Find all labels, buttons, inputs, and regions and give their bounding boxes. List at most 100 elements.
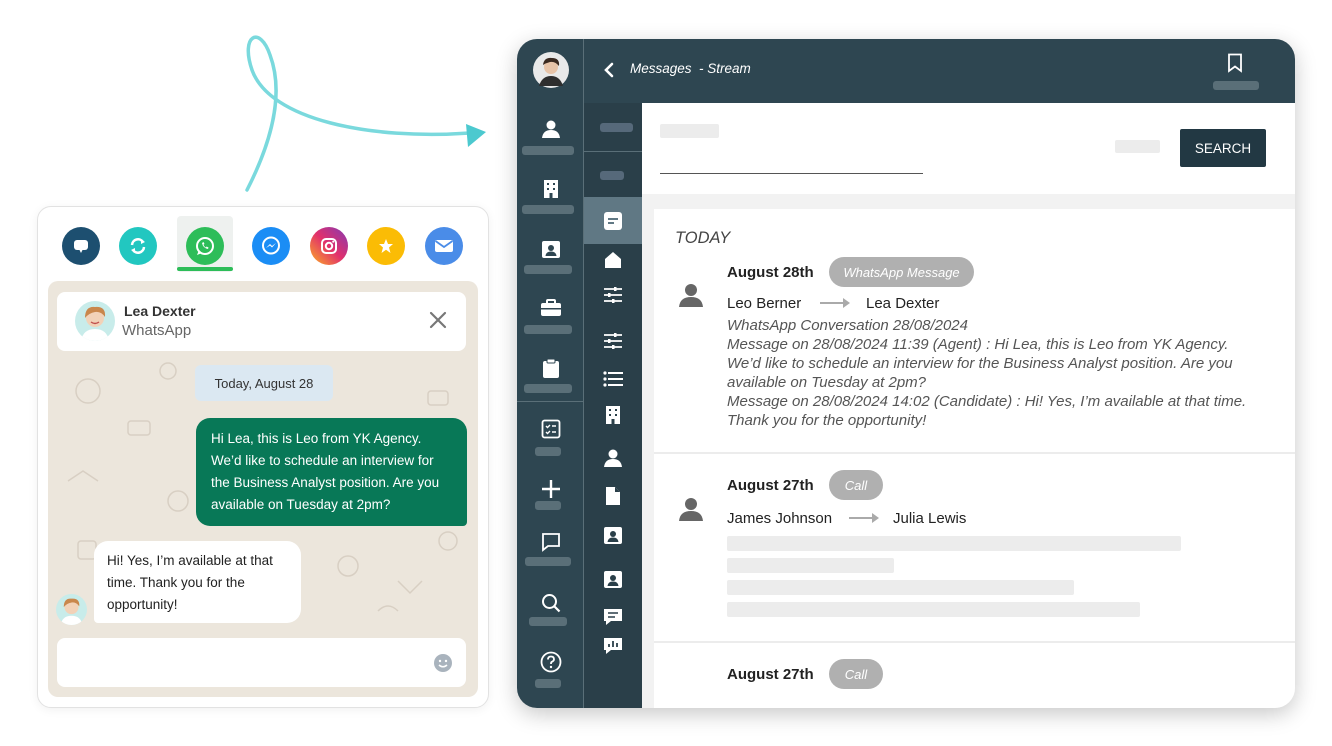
subnav-placeholder — [600, 123, 633, 132]
clipboard-icon — [542, 358, 559, 378]
chat-icon — [541, 533, 560, 552]
stream-item-from: James Johnson — [727, 510, 833, 527]
stream-item-to: Lea Dexter — [866, 295, 940, 312]
user-avatar[interactable] — [517, 52, 584, 88]
contact-card-icon — [604, 527, 622, 544]
subnav-item-company[interactable] — [584, 405, 642, 425]
add-button[interactable] — [517, 479, 584, 499]
channel-messenger[interactable] — [252, 227, 290, 265]
subnav-item-analytics[interactable] — [584, 637, 642, 655]
chat-conversation: Lea Dexter WhatsApp Today, August 28 Hi … — [48, 281, 478, 697]
sidebar-item-checklist[interactable] — [517, 419, 584, 439]
help-icon — [540, 651, 561, 673]
message-line: time. Thank you for the — [107, 575, 245, 590]
subnav-item-contact[interactable] — [584, 525, 642, 545]
stream-item-to: Julia Lewis — [893, 510, 967, 527]
message-input[interactable] — [57, 638, 466, 687]
messenger-icon — [262, 236, 280, 255]
subnav-placeholder — [600, 171, 624, 180]
arrow-right-icon — [820, 298, 850, 308]
nav-label-placeholder — [524, 384, 572, 393]
message-text-line: WhatsApp Conversation 28/08/2024 — [727, 317, 968, 334]
arrow-right-icon — [849, 513, 879, 523]
channel-sync[interactable] — [119, 227, 157, 265]
contact-channel: WhatsApp — [122, 322, 192, 339]
filter-placeholder — [1115, 140, 1160, 153]
nav-label-placeholder — [529, 617, 567, 626]
message-line: Hi! Yes, I’m available at that — [107, 553, 273, 568]
decorative-arrow — [245, 35, 486, 192]
sender-avatar — [56, 594, 87, 625]
page-title-sub: - Stream — [699, 61, 751, 76]
search-button[interactable]: SEARCH — [1180, 129, 1266, 167]
nav-label-placeholder — [535, 501, 561, 510]
subnav-item-documents[interactable] — [584, 486, 642, 506]
stream-item-from: Leo Berner — [727, 295, 802, 312]
sidebar-item-candidates[interactable] — [517, 119, 584, 139]
bookmark-label-placeholder — [1213, 81, 1259, 90]
incoming-message: Hi! Yes, I’m available at that time. Tha… — [94, 541, 301, 623]
text-placeholder — [727, 558, 894, 573]
contact-name: Lea Dexter — [124, 303, 196, 319]
person-icon — [679, 498, 703, 521]
contact-card-icon — [541, 241, 560, 258]
page-title: Messages - Stream — [630, 61, 751, 76]
sidebar-item-tasks[interactable] — [517, 358, 584, 379]
list-icon — [603, 371, 623, 387]
nav-label-placeholder — [522, 205, 574, 214]
message-text-line: available on Tuesday at 2pm? — [727, 374, 927, 391]
close-icon[interactable] — [429, 311, 447, 329]
sidebar-item-companies[interactable] — [517, 179, 584, 199]
subnav-item-messages[interactable] — [584, 607, 642, 627]
sliders-icon — [604, 287, 622, 303]
channel-instagram[interactable] — [310, 227, 348, 265]
subnav-item-contact-2[interactable] — [584, 569, 642, 589]
stream-item-type-badge: WhatsApp Message — [829, 257, 974, 287]
active-channel-underline — [177, 267, 233, 271]
back-chevron-icon[interactable] — [604, 62, 614, 78]
sidebar-item-messages[interactable] — [517, 532, 584, 552]
subnav-item-settings[interactable] — [584, 332, 642, 350]
subnav-item-person[interactable] — [584, 448, 642, 468]
search-input[interactable] — [660, 173, 923, 174]
message-stream: TODAY August 28th WhatsApp Message Leo B… — [654, 209, 1295, 708]
text-placeholder — [727, 602, 1140, 617]
person-icon — [679, 284, 703, 307]
sub-navigation — [584, 103, 642, 708]
home-icon — [605, 252, 621, 268]
stream-item-type-badge: Call — [829, 470, 883, 500]
sidebar-item-contacts[interactable] — [517, 239, 584, 259]
sidebar-item-jobs[interactable] — [517, 299, 584, 317]
channel-reviews[interactable] — [367, 227, 405, 265]
main-sidebar — [517, 39, 584, 708]
help-button[interactable] — [517, 651, 584, 673]
nav-label-placeholder — [524, 265, 572, 274]
subnav-item-home[interactable] — [584, 251, 642, 269]
whatsapp-icon — [196, 237, 214, 255]
stream-item-type-badge: Call — [829, 659, 883, 689]
analytics-icon — [604, 638, 622, 654]
message-line: available on Tuesday at 2pm? — [211, 497, 391, 512]
subnav-item-list[interactable] — [584, 371, 642, 387]
bookmark-icon[interactable] — [1227, 53, 1243, 73]
date-separator: Today, August 28 — [195, 365, 333, 401]
person-icon — [541, 120, 560, 138]
document-icon — [606, 487, 620, 505]
stream-divider — [654, 452, 1295, 454]
subnav-item-filters[interactable] — [584, 286, 642, 304]
nav-label-placeholder — [525, 557, 571, 566]
message-line: the Business Analyst position. Are you — [211, 475, 440, 490]
outgoing-message: Hi Lea, this is Leo from YK Agency. We’d… — [196, 418, 467, 526]
stream-item-date: August 28th — [727, 264, 814, 281]
channel-whatsapp[interactable] — [186, 227, 224, 265]
message-text-line: We’d like to schedule an interview for t… — [727, 355, 1233, 372]
nav-label-placeholder — [535, 447, 561, 456]
channel-email[interactable] — [425, 227, 463, 265]
message-line: opportunity! — [107, 597, 178, 612]
nav-label-placeholder — [535, 679, 561, 688]
emoji-icon[interactable] — [433, 653, 453, 673]
stream-divider — [654, 641, 1295, 643]
person-icon — [604, 449, 622, 467]
search-nav-button[interactable] — [517, 593, 584, 613]
channel-chat[interactable] — [62, 227, 100, 265]
